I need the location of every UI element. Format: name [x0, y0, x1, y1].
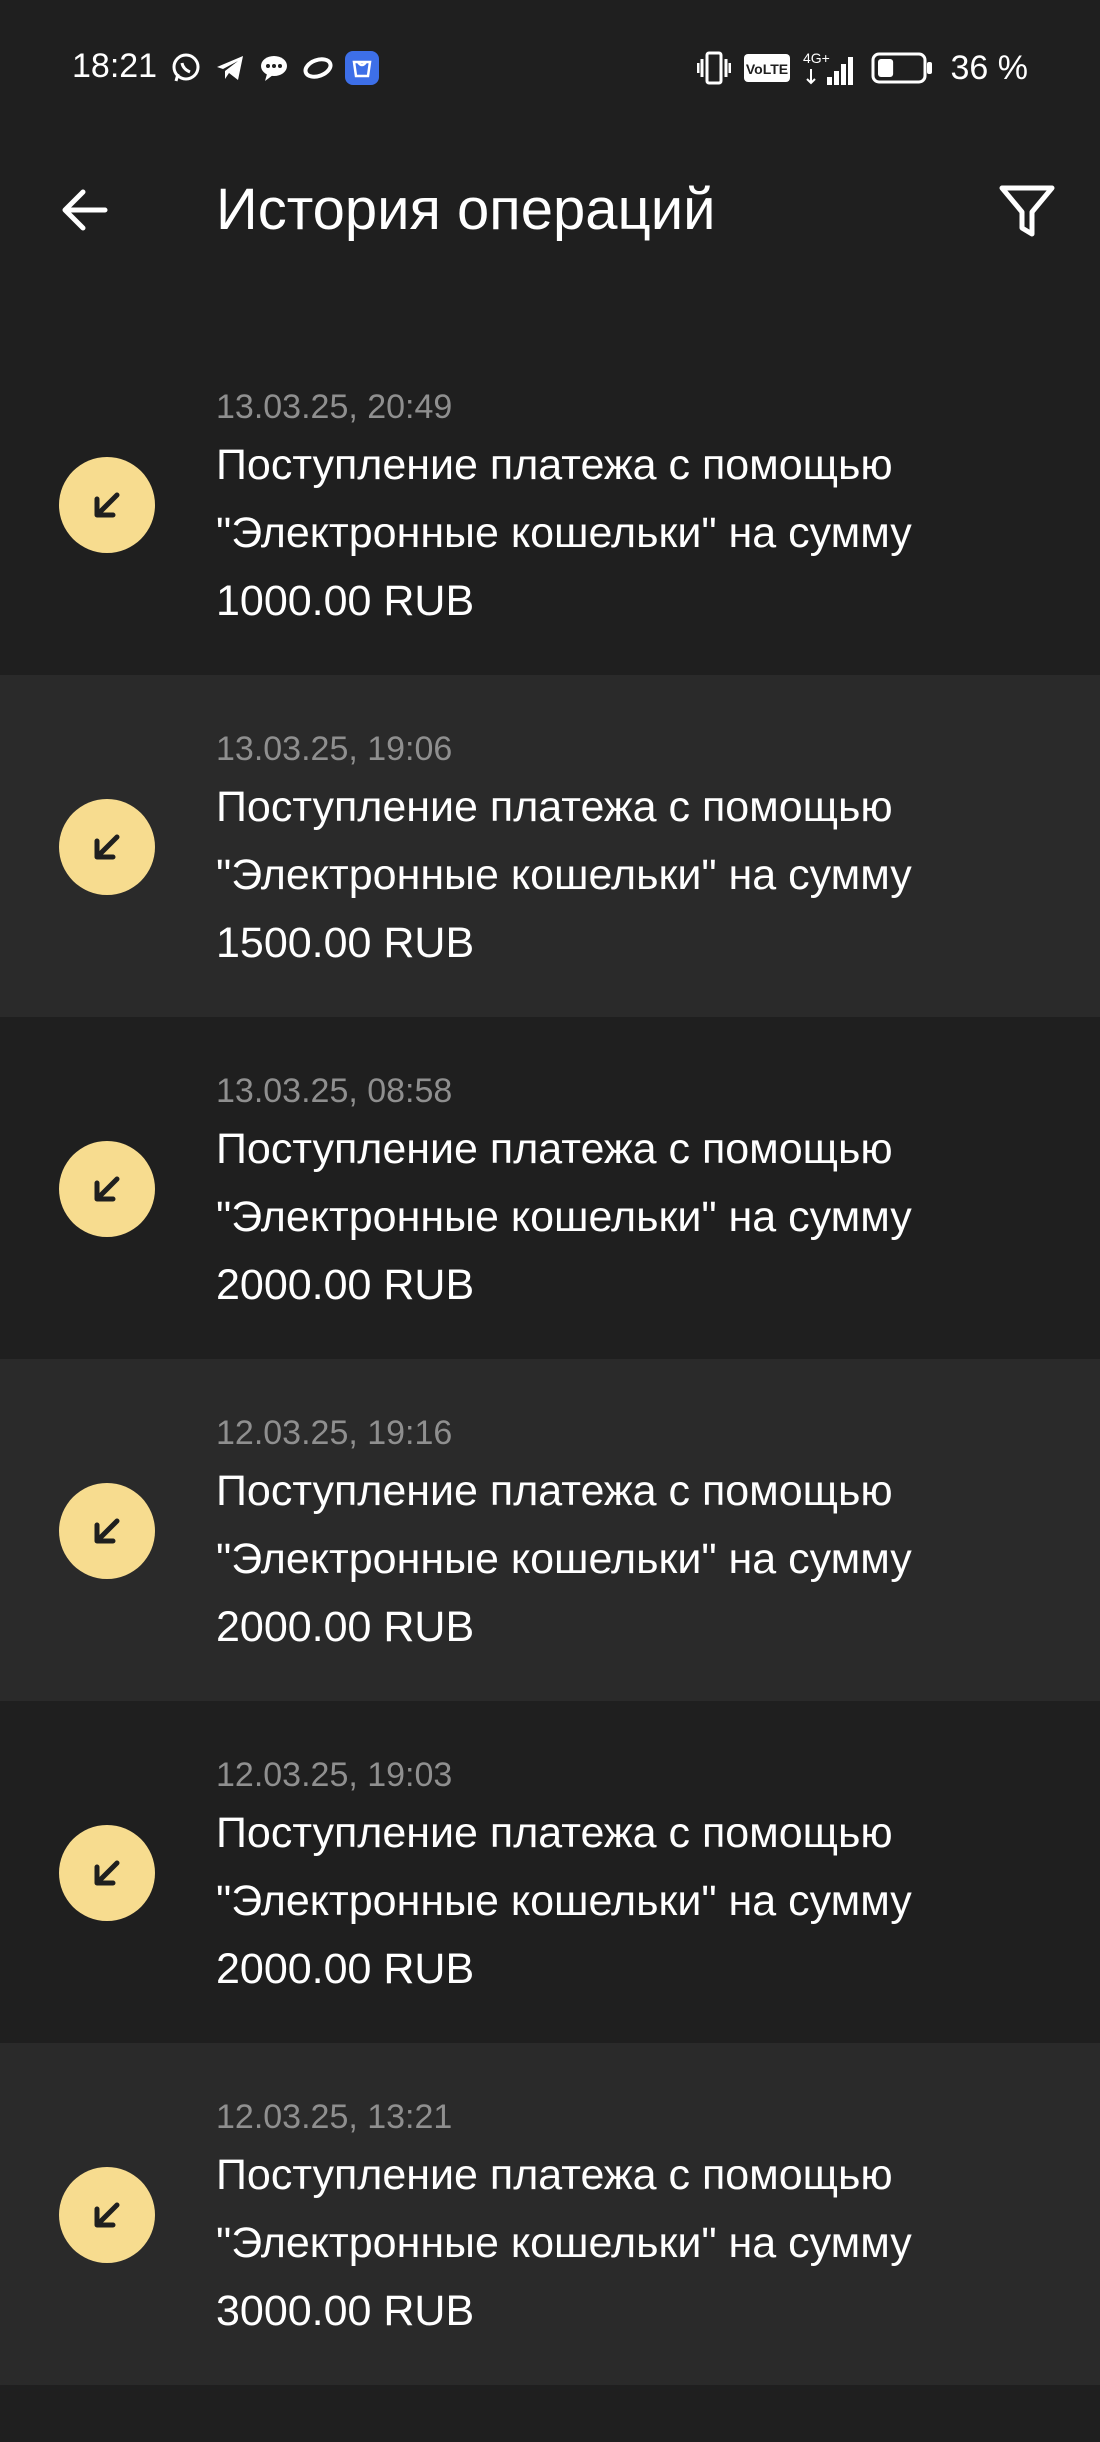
- operation-item[interactable]: 13.03.25, 08:58 Поступление платежа с по…: [0, 1017, 1100, 1359]
- operation-item[interactable]: 12.03.25, 13:21 Поступление платежа с по…: [0, 2043, 1100, 2385]
- operation-item[interactable]: 12.03.25, 19:16 Поступление платежа с по…: [0, 1359, 1100, 1701]
- system-icons: VoLTE 4G+ 36 %: [696, 46, 1029, 90]
- operations-list: 13.03.25, 20:49 Поступление платежа с по…: [0, 333, 1100, 2385]
- incoming-arrow-icon: [59, 799, 155, 895]
- operation-description: Поступление платежа с помощью "Электронн…: [216, 1809, 912, 1993]
- back-button[interactable]: [40, 165, 130, 255]
- arrow-left-icon: [62, 189, 108, 231]
- operation-description: Поступление платежа с помощью "Электронн…: [216, 1467, 912, 1651]
- ring-icon: [300, 50, 336, 86]
- incoming-arrow-icon: [59, 2167, 155, 2263]
- network-label: 4G+: [803, 50, 830, 66]
- app-store-icon: [344, 50, 380, 86]
- status-bar: 18:21 VoLTE 4G+ 36 %: [0, 0, 1100, 130]
- battery-icon: [871, 52, 933, 84]
- filter-icon: [999, 185, 1055, 237]
- operation-item[interactable]: 13.03.25, 19:06 Поступление платежа с по…: [0, 675, 1100, 1017]
- telegram-icon: [212, 50, 248, 86]
- operation-date: 12.03.25, 19:16: [216, 1414, 453, 1452]
- incoming-arrow-icon: [59, 457, 155, 553]
- incoming-arrow-icon: [59, 1483, 155, 1579]
- status-time: 18:21: [72, 47, 158, 85]
- operation-item[interactable]: 12.03.25, 19:03 Поступление платежа с по…: [0, 1701, 1100, 2043]
- notification-icons: [168, 48, 380, 88]
- operation-date: 13.03.25, 20:49: [216, 388, 453, 426]
- operation-description: Поступление платежа с помощью "Электронн…: [216, 1125, 912, 1309]
- operation-date: 12.03.25, 19:03: [216, 1756, 453, 1794]
- operation-date: 13.03.25, 08:58: [216, 1072, 453, 1110]
- vibrate-icon: [696, 50, 731, 86]
- chat-bubble-icon: [256, 50, 292, 86]
- incoming-arrow-icon: [59, 1825, 155, 1921]
- operation-description: Поступление платежа с помощью "Электронн…: [216, 441, 912, 625]
- operation-description: Поступление платежа с помощью "Электронн…: [216, 2151, 912, 2335]
- operation-date: 12.03.25, 13:21: [216, 2098, 453, 2136]
- 4g-signal-icon: 4G+: [803, 49, 859, 87]
- incoming-arrow-icon: [59, 1141, 155, 1237]
- operation-date: 13.03.25, 19:06: [216, 730, 453, 768]
- battery-percent: 36 %: [950, 49, 1029, 87]
- filter-button[interactable]: [982, 165, 1072, 255]
- operation-description: Поступление платежа с помощью "Электронн…: [216, 783, 912, 967]
- whatsapp-icon: [168, 50, 204, 86]
- app-bar: История операций: [0, 130, 1100, 280]
- volte-label: VoLTE: [745, 61, 787, 77]
- volte-icon: VoLTE: [743, 53, 791, 83]
- operation-item[interactable]: 13.03.25, 20:49 Поступление платежа с по…: [0, 333, 1100, 675]
- page-title: История операций: [216, 177, 716, 242]
